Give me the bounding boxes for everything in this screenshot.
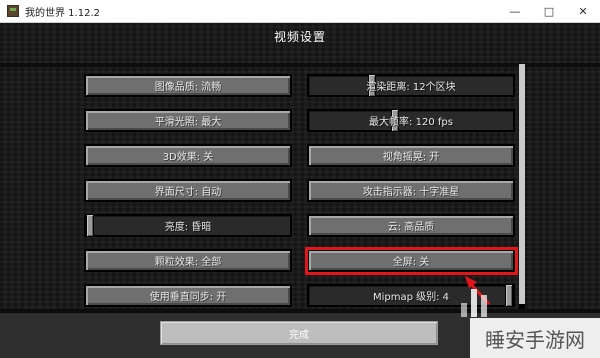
screen-title: 视频设置 — [273, 30, 326, 44]
top-divider — [0, 63, 600, 67]
brightness-slider[interactable]: 亮度: 昏暗 — [84, 214, 292, 237]
particles-button[interactable]: 颗粒效果: 全部 — [84, 249, 292, 272]
3d-anaglyph-button[interactable]: 3D效果: 关 — [84, 144, 292, 167]
scrollbar-thumb[interactable] — [519, 64, 525, 304]
window-title: 我的世界 1.12.2 — [25, 7, 100, 19]
video-settings-screen: 视频设置 图像品质: 流畅 平滑光照: 最大 3D效果: 关 界面尺寸: 自动 … — [0, 23, 600, 358]
brightness-slider-knob[interactable] — [86, 214, 94, 237]
window-titlebar: 我的世界 1.12.2 — □ ✕ — [0, 0, 600, 23]
mipmap-slider-knob[interactable] — [505, 284, 513, 307]
clouds-button[interactable]: 云: 高品质 — [307, 214, 515, 237]
maximize-button[interactable]: □ — [532, 0, 566, 22]
max-framerate-label: 最大帧率: 120 fps — [369, 117, 453, 128]
watermark-text: 睡安手游网 — [470, 318, 600, 358]
render-distance-label: 渲染距离: 12个区块 — [366, 82, 456, 93]
vsync-button[interactable]: 使用垂直同步: 开 — [84, 284, 292, 307]
minimize-button[interactable]: — — [498, 0, 532, 22]
close-button[interactable]: ✕ — [566, 0, 600, 22]
window-controls: — □ ✕ — [498, 0, 600, 22]
minecraft-app-icon — [7, 5, 19, 17]
max-framerate-slider[interactable]: 最大帧率: 120 fps — [307, 109, 515, 132]
attack-indicator-button[interactable]: 攻击指示器: 十字准星 — [307, 179, 515, 202]
brightness-label: 亮度: 昏暗 — [164, 222, 212, 233]
done-button[interactable]: 完成 — [160, 321, 438, 345]
mipmap-label: Mipmap 级别: 4 — [372, 292, 450, 303]
smooth-lighting-button[interactable]: 平滑光照: 最大 — [84, 109, 292, 132]
graphics-button[interactable]: 图像品质: 流畅 — [84, 74, 292, 97]
render-distance-slider[interactable]: 渲染距离: 12个区块 — [307, 74, 515, 97]
gui-scale-button[interactable]: 界面尺寸: 自动 — [84, 179, 292, 202]
view-bobbing-button[interactable]: 视角摇晃: 开 — [307, 144, 515, 167]
